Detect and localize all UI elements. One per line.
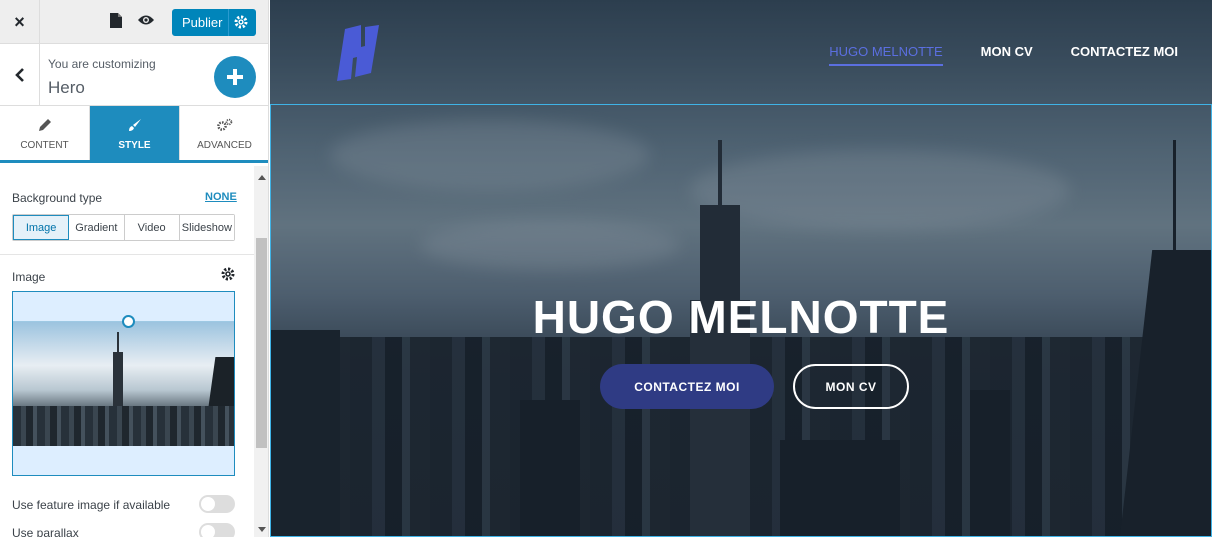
thumbnail-skyline [13,406,234,446]
gears-icon [216,118,232,131]
site-logo-icon[interactable] [335,25,381,81]
site-preview: HUGO MELNOTTE MON CV CONTACTEZ MOI HUGO … [270,0,1212,537]
publish-settings-gear-icon[interactable] [234,15,248,29]
tab-label: CONTENT [20,140,69,151]
customizer-topbar: × Publier [0,0,268,44]
add-element-button[interactable] [214,56,256,98]
parallax-label: Use parallax [12,526,79,537]
contact-button[interactable]: CONTACTEZ MOI [600,364,774,409]
close-icon: × [14,11,25,32]
image-label: Image [12,270,46,284]
publish-label: Publier [172,9,229,36]
customizer-sidebar: × Publier You are customizing Hero CONTE… [0,0,269,537]
back-button[interactable] [0,44,40,106]
eye-icon[interactable] [137,13,155,27]
plus-icon [227,69,243,85]
background-option-slideshow[interactable]: Slideshow [179,215,234,240]
nav-link-home[interactable]: HUGO MELNOTTE [829,44,943,66]
tab-label: STYLE [118,140,151,151]
cv-button[interactable]: MON CV [793,364,909,409]
site-navbar: HUGO MELNOTTE MON CV CONTACTEZ MOI [270,0,1212,105]
background-option-image[interactable]: Image [13,215,70,240]
thumbnail-spire [117,332,119,354]
pencil-icon [38,119,51,131]
focal-point-handle[interactable] [122,315,135,328]
background-type-selector: Image Gradient Video Slideshow [12,214,235,241]
hero-title: HUGO MELNOTTE [532,291,950,343]
scroll-up-arrow-icon[interactable] [258,175,266,180]
tab-label: ADVANCED [197,140,252,151]
tab-advanced[interactable]: ADVANCED [180,106,268,160]
brush-icon [128,119,141,131]
parallax-toggle-row: Use parallax [12,523,235,537]
background-option-video[interactable]: Video [124,215,180,240]
background-image-thumbnail [13,322,234,446]
scrollbar-thumb[interactable] [256,238,267,448]
scroll-down-arrow-icon[interactable] [258,527,266,532]
close-button[interactable]: × [0,0,40,44]
nav-link-contact[interactable]: CONTACTEZ MOI [1071,44,1178,66]
customizing-section-title: Hero [48,78,85,97]
divider [0,254,254,255]
tab-style[interactable]: STYLE [90,106,180,160]
background-option-gradient[interactable]: Gradient [69,215,125,240]
image-picker[interactable] [12,291,235,476]
nav-link-cv[interactable]: MON CV [981,44,1033,66]
panel-scrollbar[interactable] [254,166,268,537]
feature-image-toggle[interactable] [199,495,235,513]
tab-content[interactable]: CONTENT [0,106,90,160]
background-type-label: Background type [12,191,103,205]
customizing-header: You are customizing Hero [0,44,268,106]
feature-image-label: Use feature image if available [12,498,171,512]
image-settings-gear-icon[interactable] [221,267,235,281]
site-nav: HUGO MELNOTTE MON CV CONTACTEZ MOI [829,44,1178,66]
publish-button[interactable]: Publier [172,9,256,36]
background-none-link[interactable]: NONE [205,191,237,203]
feature-image-toggle-row: Use feature image if available [12,495,235,513]
page-icon[interactable] [110,13,122,28]
customizing-subtitle: You are customizing [48,57,156,71]
style-panel: Background type NONE Image Gradient Vide… [0,166,254,537]
chevron-left-icon [14,68,24,82]
panel-tabs: CONTENT STYLE ADVANCED [0,106,268,163]
parallax-toggle[interactable] [199,523,235,537]
